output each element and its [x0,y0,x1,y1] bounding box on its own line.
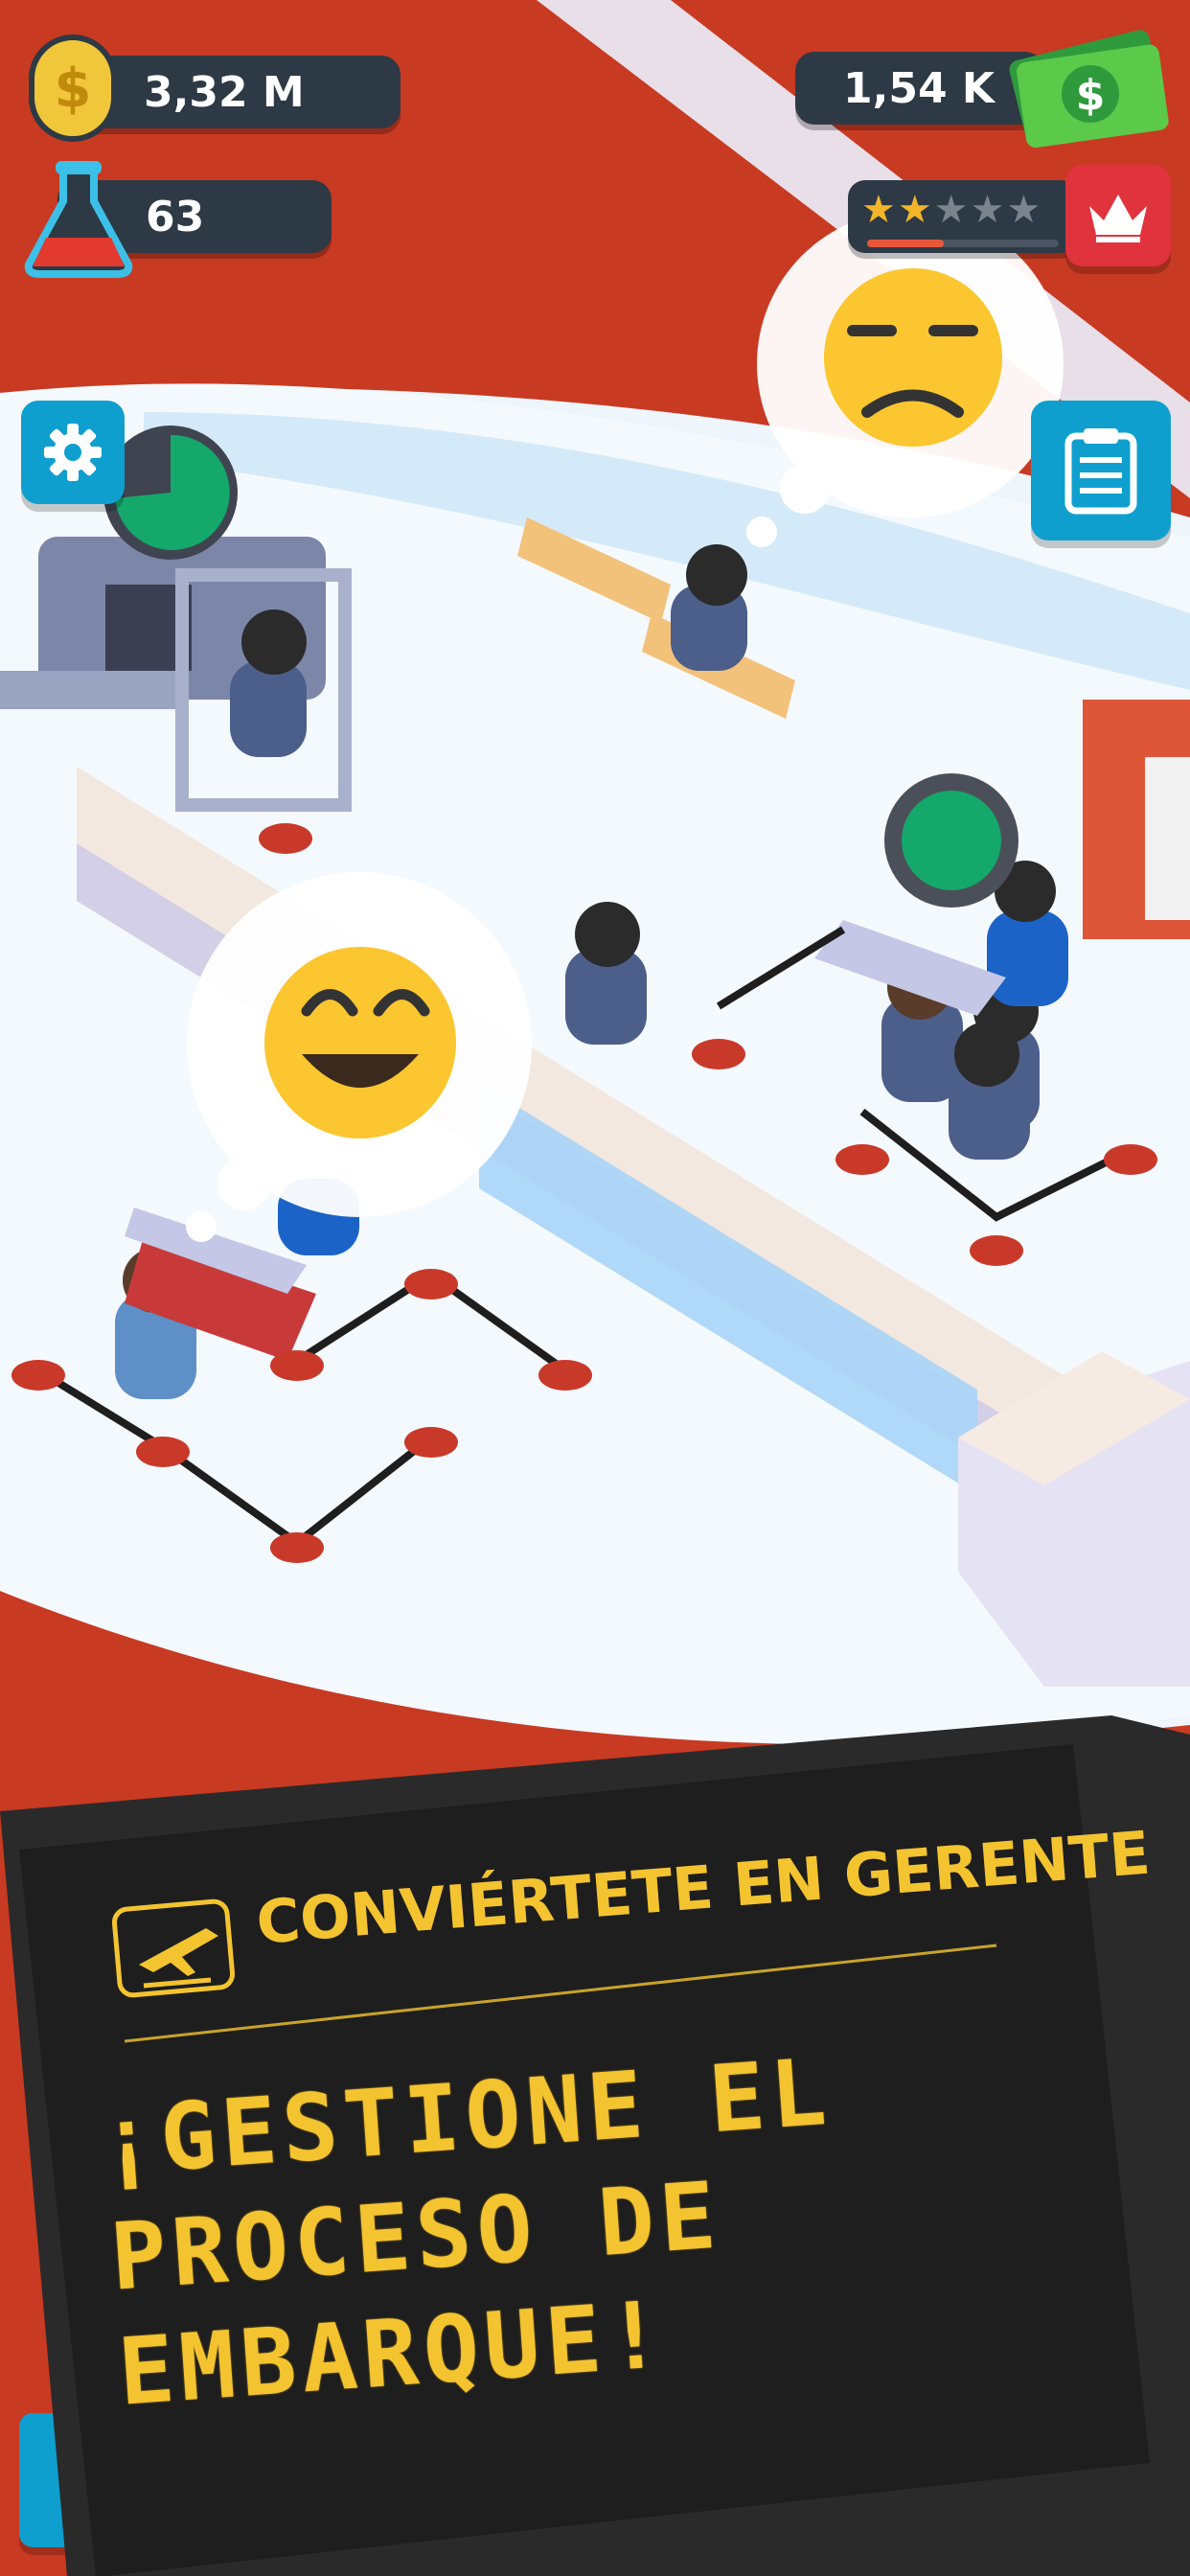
tasks-button[interactable] [1031,401,1171,540]
vip-button[interactable] [1065,165,1171,266]
star-empty-icon: ★ [933,188,971,232]
research-value: 63 [146,192,205,242]
cash-value: 1,54 K [843,63,995,113]
gear-icon [44,424,102,481]
star-empty-icon: ★ [970,188,1007,232]
coin-icon: $ [29,34,117,142]
announcement-board: CONVIÉRTETE EN GERENTE ¡GESTIONE EL PROC… [0,1715,1190,2576]
cash-icon: $ [1009,30,1169,149]
settings-button[interactable] [21,401,125,504]
svg-text:$: $ [1076,71,1106,120]
star-filled-icon: ★ [861,188,898,232]
rating-stars: ★★★★★ [861,188,1042,232]
rating-progress-fill [867,240,944,247]
clipboard-icon [1064,428,1137,515]
star-filled-icon: ★ [897,188,934,232]
star-empty-icon: ★ [1006,188,1043,232]
flask-icon [24,161,133,278]
rating-panel[interactable]: ★★★★★ [848,180,1078,253]
coin-value: 3,32 M [144,67,305,117]
crown-icon [1089,195,1147,242]
